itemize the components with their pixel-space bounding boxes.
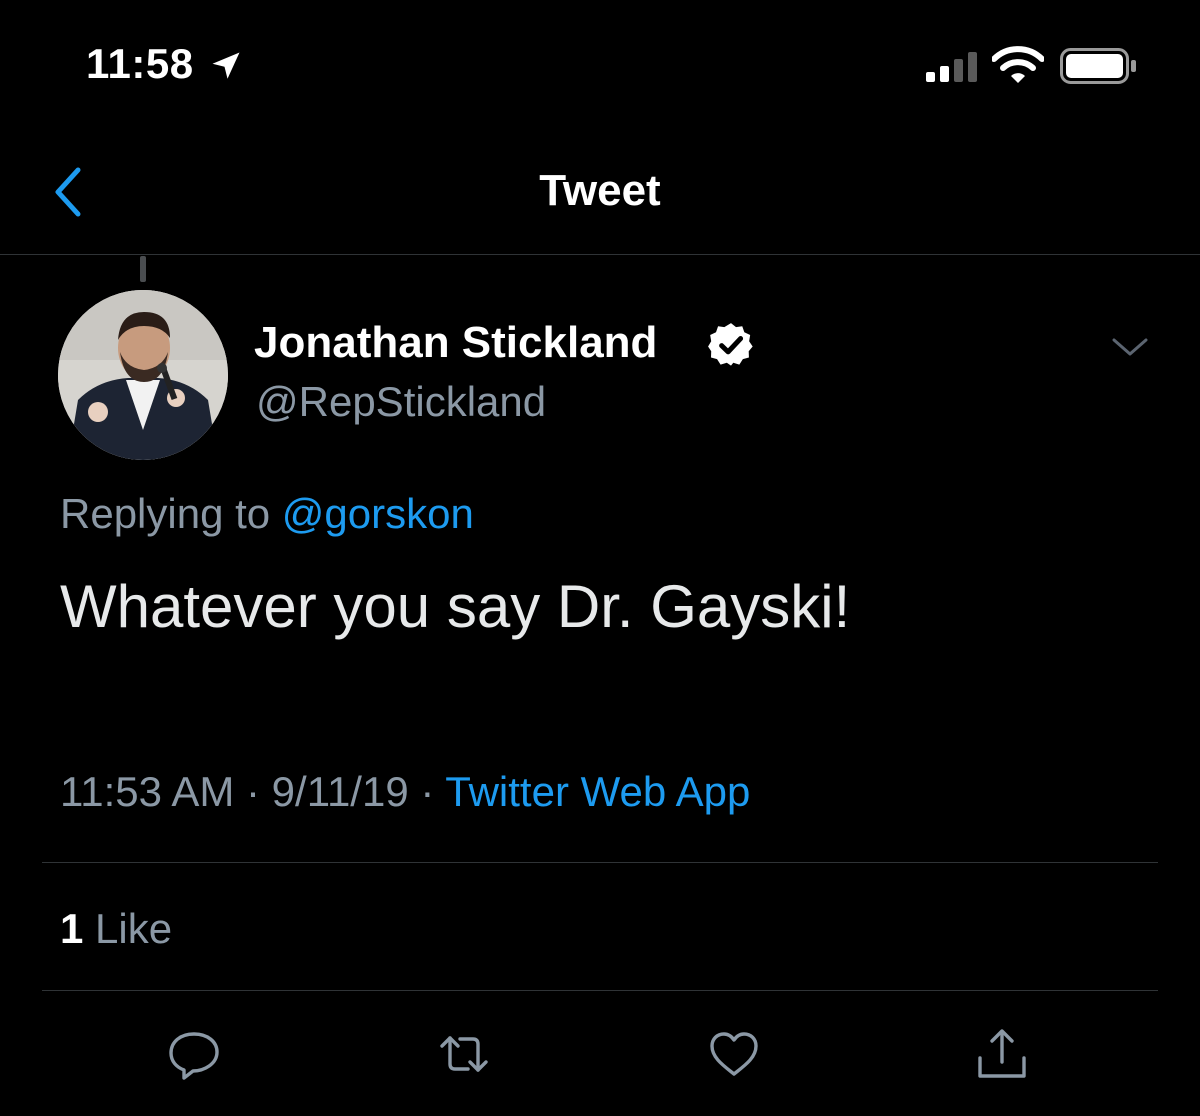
share-icon[interactable]	[972, 1024, 1032, 1084]
location-arrow-icon	[212, 52, 240, 79]
tweet-source-link[interactable]: Twitter Web App	[445, 768, 750, 815]
divider	[42, 990, 1158, 991]
replying-to: Replying to @gorskon	[60, 490, 474, 538]
speech-bubble-icon[interactable]	[164, 1024, 224, 1084]
meta-separator: ·	[234, 768, 272, 815]
status-bar: 11:58	[0, 0, 1200, 130]
replying-prefix: Replying to	[60, 490, 271, 537]
like-label: Like	[95, 905, 173, 952]
tweet-text: Whatever you say Dr. Gayski!	[60, 573, 851, 640]
navigation-bar: Tweet	[0, 130, 1200, 255]
chevron-down-icon[interactable]	[1108, 332, 1152, 362]
likes-count[interactable]: 1 Like	[60, 905, 172, 953]
tweet-time: 11:53 AM	[60, 768, 235, 815]
verified-badge-icon	[708, 323, 753, 366]
tweet-date: 9/11/19	[271, 768, 409, 815]
thread-connector	[140, 256, 146, 282]
page-title: Tweet	[539, 166, 661, 215]
divider	[42, 862, 1158, 863]
avatar[interactable]	[58, 290, 228, 460]
like-count: 1	[60, 905, 84, 952]
tweet-meta: 11:53 AM · 9/11/19 · Twitter Web App	[60, 768, 750, 816]
meta-separator: ·	[408, 768, 446, 815]
avatar-photo	[58, 290, 228, 460]
status-time: 11:58	[86, 40, 194, 87]
wifi-icon	[992, 46, 1044, 83]
battery-icon	[1060, 48, 1136, 84]
author-handle[interactable]: @RepStickland	[256, 378, 546, 426]
heart-icon[interactable]	[704, 1024, 764, 1084]
author-name[interactable]: Jonathan Stickland	[254, 318, 657, 368]
reply-mention-link[interactable]: @gorskon	[282, 490, 474, 537]
cellular-signal-icon	[926, 52, 977, 82]
retweet-icon[interactable]	[434, 1024, 494, 1084]
